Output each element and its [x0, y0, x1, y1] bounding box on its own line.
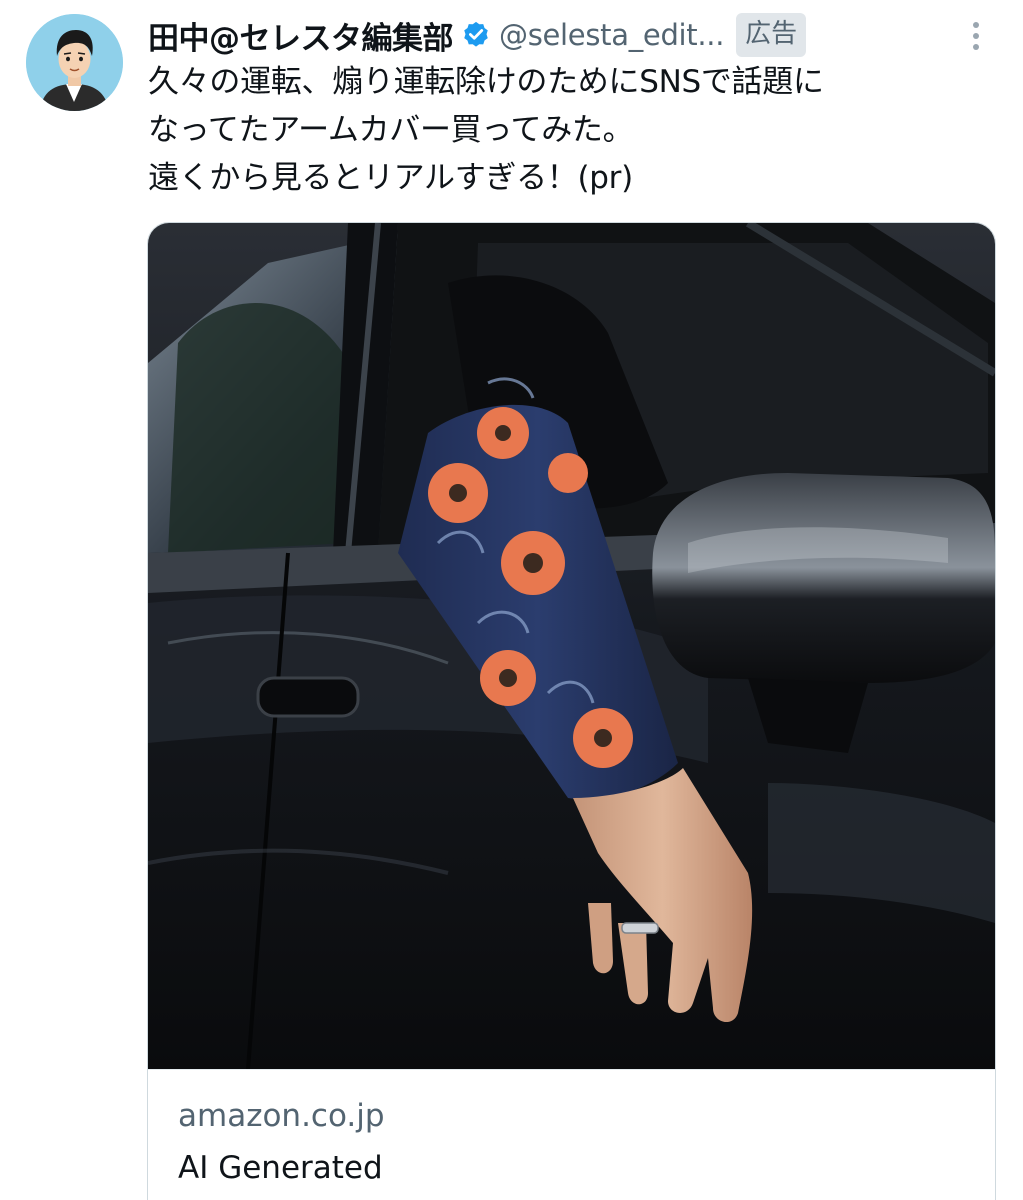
card-domain: amazon.co.jp — [178, 1098, 385, 1134]
more-options-icon — [973, 22, 979, 50]
avatar-illustration — [26, 14, 123, 111]
verified-badge-icon — [464, 21, 488, 47]
display-name[interactable]: 田中@セレスタ編集部 — [148, 13, 454, 58]
more-options-button[interactable] — [958, 16, 994, 56]
card-image — [148, 223, 995, 1069]
link-card[interactable]: amazon.co.jp AI Generated — [147, 222, 996, 1200]
avatar[interactable] — [26, 14, 123, 111]
tweet-text: 久々の運転、煽り運転除けのためにSNSで話題に なってたアームカバー買ってみた。… — [148, 64, 824, 196]
card-footer: amazon.co.jp AI Generated — [148, 1069, 995, 1200]
tweet-header: 田中@セレスタ編集部 @selesta_edit... 広告 — [148, 10, 998, 60]
car-arm-sleeve-photo — [148, 223, 995, 1069]
ad-tweet[interactable]: 田中@セレスタ編集部 @selesta_edit... 広告 久々の運転、煽り運… — [0, 0, 1023, 1200]
user-handle[interactable]: @selesta_edit... — [499, 18, 724, 52]
card-title: AI Generated — [178, 1150, 383, 1186]
ad-badge: 広告 — [736, 13, 807, 57]
